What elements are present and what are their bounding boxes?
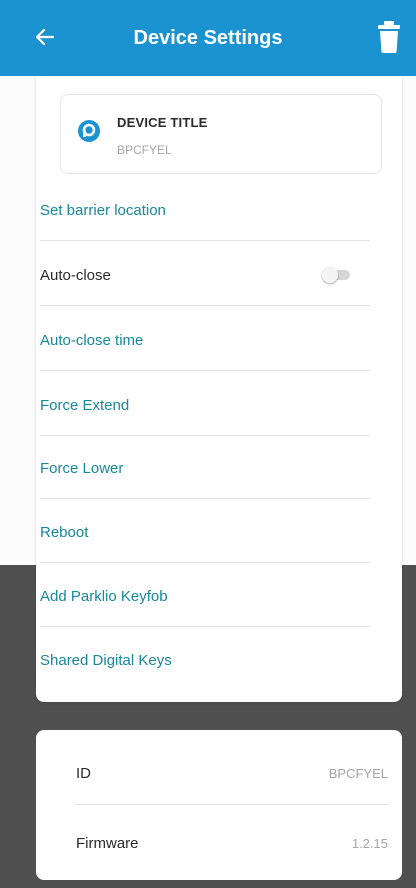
auto-close-time-item[interactable]: Auto-close time xyxy=(40,310,370,371)
auto-close-label: Auto-close xyxy=(40,266,111,284)
set-barrier-location-label: Set barrier location xyxy=(40,201,166,219)
back-button[interactable] xyxy=(30,22,60,52)
toggle-knob xyxy=(322,267,338,283)
auto-close-toggle[interactable] xyxy=(322,267,352,283)
auto-close-time-label: Auto-close time xyxy=(40,331,144,349)
shared-digital-keys-label: Shared Digital Keys xyxy=(40,651,172,669)
settings-screen: Device Settings DEVICE TITLE BPCFYEL Set… xyxy=(0,0,416,888)
id-label: ID xyxy=(76,764,91,782)
force-lower-item[interactable]: Force Lower xyxy=(40,438,370,499)
add-keyfob-label: Add Parklio Keyfob xyxy=(40,587,168,605)
device-title-value: BPCFYEL xyxy=(117,143,172,157)
id-row: ID BPCFYEL xyxy=(76,738,388,808)
reboot-label: Reboot xyxy=(40,523,89,541)
parklio-logo-icon xyxy=(78,120,100,142)
device-info-card: ID BPCFYEL Firmware 1.2.15 xyxy=(36,730,402,880)
device-title-label: DEVICE TITLE xyxy=(117,115,208,130)
force-lower-label: Force Lower xyxy=(40,459,124,477)
trash-icon xyxy=(378,21,400,53)
app-bar: Device Settings xyxy=(0,0,416,76)
id-value: BPCFYEL xyxy=(328,765,388,781)
page-title: Device Settings xyxy=(133,26,283,49)
auto-close-item: Auto-close xyxy=(40,245,370,306)
firmware-value: 1.2.15 xyxy=(351,835,388,851)
firmware-label: Firmware xyxy=(76,834,139,852)
force-extend-item[interactable]: Force Extend xyxy=(40,375,370,436)
firmware-row: Firmware 1.2.15 xyxy=(76,808,388,878)
divider xyxy=(76,804,388,805)
reboot-item[interactable]: Reboot xyxy=(40,502,370,563)
force-extend-label: Force Extend xyxy=(40,396,130,414)
delete-button[interactable] xyxy=(376,20,402,54)
set-barrier-location-item[interactable]: Set barrier location xyxy=(40,180,370,241)
shared-digital-keys-item[interactable]: Shared Digital Keys xyxy=(40,630,370,690)
add-keyfob-item[interactable]: Add Parklio Keyfob xyxy=(40,566,370,627)
arrow-left-icon xyxy=(36,29,54,45)
device-title-box[interactable]: DEVICE TITLE BPCFYEL xyxy=(60,94,382,174)
